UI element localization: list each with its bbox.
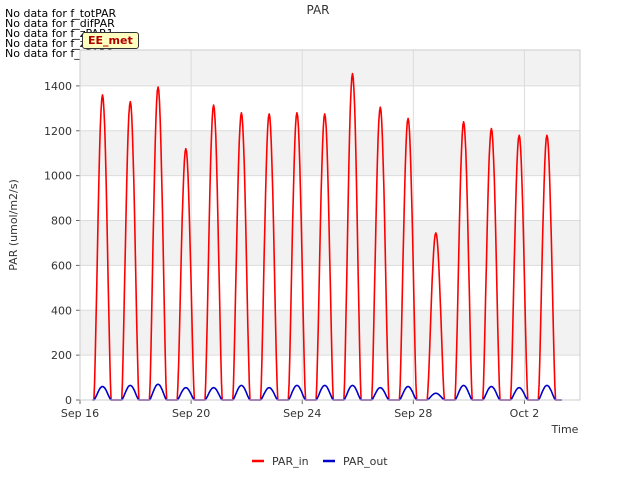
y-tick-label: 200	[51, 349, 72, 362]
y-tick-label: 1200	[44, 125, 72, 138]
legend: PAR_in PAR_out	[252, 455, 388, 468]
par-chart: 0 200 400 600 800 1000 1200 1400 Sep 16 Sep 20 Sep…	[7, 3, 581, 468]
x-tick-label: Sep 20	[172, 407, 210, 420]
plot-band	[80, 310, 580, 356]
y-axis-label: PAR (umol/m2/s)	[7, 179, 20, 271]
x-tick-label: Sep 24	[283, 407, 321, 420]
plot-band	[80, 50, 580, 86]
y-tick-label: 1400	[44, 80, 72, 93]
y-tick-label: 0	[65, 394, 72, 407]
x-axis-label: Time	[551, 423, 579, 436]
legend-label-par-in: PAR_in	[272, 455, 309, 468]
y-tick-label: 600	[51, 259, 72, 272]
legend-label-par-out: PAR_out	[343, 455, 388, 468]
x-tick-label: Oct 2	[510, 407, 540, 420]
y-tick-label: 800	[51, 215, 72, 228]
y-tick-label: 400	[51, 304, 72, 317]
chart-title: PAR	[306, 3, 329, 17]
x-tick-label: Sep 16	[61, 407, 99, 420]
y-tick-label: 1000	[44, 170, 72, 183]
x-tick-label: Sep 28	[394, 407, 432, 420]
